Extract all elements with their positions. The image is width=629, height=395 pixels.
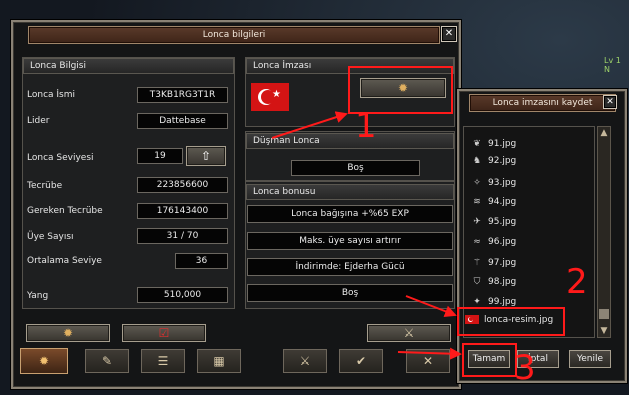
annotation-number-2: 2 (566, 262, 588, 302)
annotation-number-3: 3 (514, 348, 536, 388)
annotation-number-1: 1 (355, 106, 377, 146)
annotation-arrows (271, 111, 462, 360)
